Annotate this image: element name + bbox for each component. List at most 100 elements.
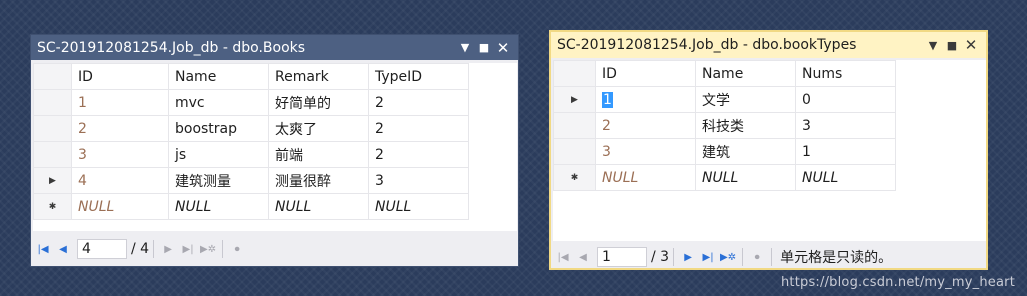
table-row: 1 mvc 好简单的 2 — [33, 89, 469, 116]
previous-record-icon[interactable]: ◀ — [575, 249, 591, 265]
separator — [742, 248, 744, 266]
chevron-down-icon[interactable]: ▼ — [924, 36, 942, 54]
row-selector[interactable]: ▶ — [553, 86, 596, 113]
close-icon[interactable]: ✕ — [962, 36, 980, 54]
row-selector[interactable] — [553, 138, 596, 165]
table-cell[interactable]: js — [168, 141, 269, 168]
record-position-input[interactable]: 4 — [77, 239, 127, 259]
chevron-down-icon[interactable]: ▼ — [456, 39, 474, 57]
table-cell[interactable]: 3 — [368, 167, 469, 194]
previous-record-icon[interactable]: ◀ — [55, 241, 71, 257]
booktypes-window: SC-201912081254.Job_db - dbo.bookTypes ▼… — [549, 30, 988, 270]
table-cell[interactable]: mvc — [168, 89, 269, 116]
row-selector[interactable]: ✱ — [553, 164, 596, 191]
first-record-icon[interactable]: |◀ — [35, 241, 51, 257]
table-cell[interactable]: boostrap — [168, 115, 269, 142]
table-row: 3 js 前端 2 — [33, 141, 469, 168]
maximize-icon[interactable]: ■ — [475, 39, 493, 57]
table-cell[interactable]: NULL — [368, 193, 469, 220]
booktypes-title-bar[interactable]: SC-201912081254.Job_db - dbo.bookTypes ▼… — [551, 32, 986, 58]
record-total: / 3 — [651, 249, 670, 265]
row-selector[interactable] — [553, 112, 596, 139]
table-cell[interactable]: 2 — [595, 112, 696, 139]
column-header[interactable]: ID — [71, 63, 169, 90]
watermark-text: https://blog.csdn.net/my_my_heart — [780, 275, 1015, 290]
first-record-icon[interactable]: |◀ — [555, 249, 571, 265]
next-record-icon[interactable]: ▶ — [160, 241, 176, 257]
booktypes-table: ID Name Nums ▶ 1 文学 0 2 科技类 3 3 建筑 1 ✱ N… — [553, 60, 896, 191]
row-selector[interactable] — [33, 115, 72, 142]
books-window-title: SC-201912081254.Job_db - dbo.Books — [37, 39, 306, 56]
separator — [153, 240, 155, 258]
table-cell[interactable]: 建筑 — [695, 138, 796, 165]
table-cell[interactable]: 好简单的 — [268, 89, 369, 116]
table-cell[interactable]: 3 — [795, 112, 896, 139]
table-cell[interactable]: 4 — [71, 167, 169, 194]
maximize-icon[interactable]: ■ — [943, 36, 961, 54]
books-table: ID Name Remark TypeID 1 mvc 好简单的 2 2 boo… — [33, 63, 469, 220]
table-cell[interactable]: NULL — [695, 164, 796, 191]
record-position-input[interactable]: 1 — [597, 247, 647, 267]
table-cell[interactable]: 测量很醉 — [268, 167, 369, 194]
row-selector-header[interactable] — [33, 63, 72, 90]
row-selector[interactable]: ✱ — [33, 193, 72, 220]
table-cell[interactable]: 科技类 — [695, 112, 796, 139]
close-icon[interactable]: ✕ — [494, 39, 512, 57]
new-row-icon: ✱ — [570, 172, 579, 183]
new-record-icon[interactable]: ▶✲ — [720, 249, 736, 265]
table-cell[interactable]: NULL — [71, 193, 169, 220]
books-title-bar[interactable]: SC-201912081254.Job_db - dbo.Books ▼ ■ ✕ — [31, 35, 518, 60]
header-row: ID Name Remark TypeID — [33, 63, 469, 90]
column-header[interactable]: Name — [695, 60, 796, 87]
table-cell[interactable]: 建筑测量 — [168, 167, 269, 194]
separator — [771, 248, 773, 266]
column-header[interactable]: Remark — [268, 63, 369, 90]
table-cell[interactable]: 2 — [368, 115, 469, 142]
separator — [673, 248, 675, 266]
stop-icon[interactable]: ⏺ — [229, 241, 245, 257]
table-cell[interactable]: NULL — [268, 193, 369, 220]
table-cell[interactable]: NULL — [168, 193, 269, 220]
table-cell[interactable]: 前端 — [268, 141, 369, 168]
stop-icon[interactable]: ⏺ — [749, 249, 765, 265]
row-selector-header[interactable] — [553, 60, 596, 87]
column-header[interactable]: Name — [168, 63, 269, 90]
new-row: ✱ NULL NULL NULL NULL — [33, 193, 469, 220]
new-record-icon[interactable]: ▶✲ — [200, 241, 216, 257]
row-pointer-icon: ▶ — [571, 94, 578, 105]
table-cell[interactable]: 3 — [595, 138, 696, 165]
new-row: ✱ NULL NULL NULL — [553, 164, 896, 191]
table-cell[interactable]: NULL — [795, 164, 896, 191]
booktypes-window-title: SC-201912081254.Job_db - dbo.bookTypes — [557, 37, 857, 53]
column-header[interactable]: Nums — [795, 60, 896, 87]
table-cell[interactable]: 1 — [795, 138, 896, 165]
last-record-icon[interactable]: ▶| — [700, 249, 716, 265]
last-record-icon[interactable]: ▶| — [180, 241, 196, 257]
row-selector[interactable] — [33, 141, 72, 168]
table-row: ▶ 4 建筑测量 测量很醉 3 — [33, 167, 469, 194]
next-record-icon[interactable]: ▶ — [680, 249, 696, 265]
table-cell[interactable]: 1 — [71, 89, 169, 116]
column-header[interactable]: TypeID — [368, 63, 469, 90]
table-cell[interactable]: 0 — [795, 86, 896, 113]
books-record-navigator: |◀ ◀ 4 / 4 ▶ ▶| ▶✲ ⏺ — [33, 236, 247, 262]
status-text: 单元格是只读的。 — [780, 250, 893, 266]
selected-cell-text[interactable]: 1 — [602, 91, 613, 108]
row-selector[interactable]: ▶ — [33, 167, 72, 194]
table-cell[interactable]: 1 — [595, 86, 696, 113]
record-total: / 4 — [131, 241, 150, 257]
new-row-icon: ✱ — [48, 201, 57, 212]
table-cell[interactable]: NULL — [595, 164, 696, 191]
row-selector[interactable] — [33, 89, 72, 116]
table-row: 3 建筑 1 — [553, 138, 896, 165]
table-cell[interactable]: 3 — [71, 141, 169, 168]
table-row: 2 科技类 3 — [553, 112, 896, 139]
table-cell[interactable]: 文学 — [695, 86, 796, 113]
column-header[interactable]: ID — [595, 60, 696, 87]
booktypes-grid: ID Name Nums ▶ 1 文学 0 2 科技类 3 3 建筑 1 ✱ N… — [553, 60, 986, 241]
table-cell[interactable]: 2 — [368, 141, 469, 168]
table-cell[interactable]: 太爽了 — [268, 115, 369, 142]
table-row: ▶ 1 文学 0 — [553, 86, 896, 113]
table-cell[interactable]: 2 — [71, 115, 169, 142]
table-cell[interactable]: 2 — [368, 89, 469, 116]
